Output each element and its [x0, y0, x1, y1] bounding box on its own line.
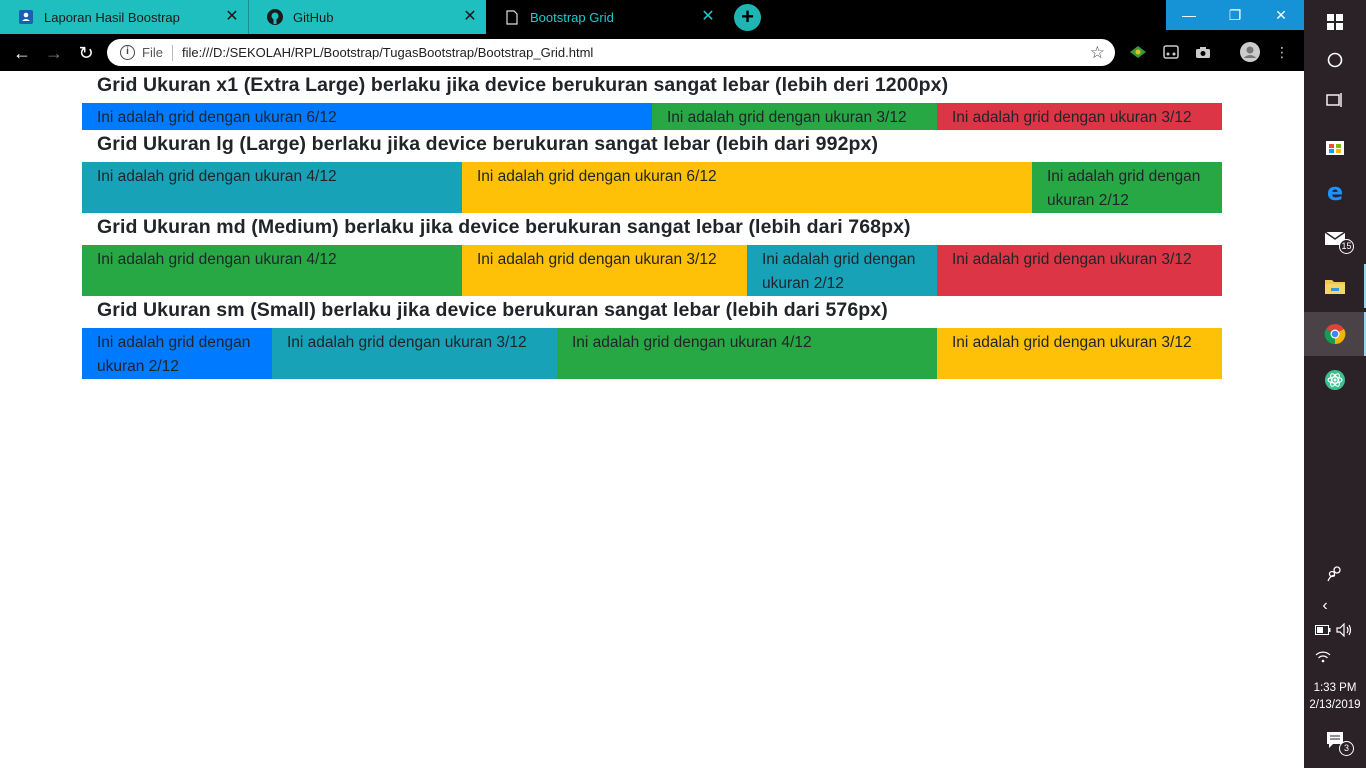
- github-icon: [267, 9, 283, 25]
- minimize-button[interactable]: —: [1166, 0, 1212, 30]
- grid-col-3-12: Ini adalah grid dengan ukuran 3/12: [937, 103, 1222, 130]
- grid-col-2-12: Ini adalah grid dengan ukuran 2/12: [82, 328, 272, 379]
- forward-arrow-icon[interactable]: →: [43, 42, 65, 64]
- notification-badge: 3: [1339, 741, 1354, 756]
- grid-col-3-12: Ini adalah grid dengan ukuran 3/12: [937, 245, 1222, 296]
- extension-icon[interactable]: [1128, 42, 1148, 62]
- cast-icon[interactable]: [1161, 42, 1181, 62]
- section-heading: Grid Ukuran md (Medium) berlaku jika dev…: [97, 216, 911, 238]
- new-tab-button[interactable]: +: [734, 4, 761, 31]
- clock-time: 1:33 PM: [1313, 682, 1357, 694]
- close-icon[interactable]: ✕: [462, 9, 478, 25]
- grid-row: Ini adalah grid dengan ukuran 4/12 Ini ad…: [82, 245, 1222, 296]
- mail-icon[interactable]: 15: [1304, 216, 1366, 260]
- grid-col-3-12: Ini adalah grid dengan ukuran 3/12: [272, 328, 557, 379]
- grid-row: Ini adalah grid dengan ukuran 4/12 Ini ad…: [82, 162, 1222, 213]
- tab-label: Laporan Hasil Boostrap: [44, 9, 180, 25]
- clock-date: 2/13/2019: [1309, 699, 1361, 711]
- grid-col-6-12: Ini adalah grid dengan ukuran 6/12: [462, 162, 1032, 213]
- system-clock[interactable]: 1:33 PM 2/13/2019: [1304, 680, 1366, 714]
- grid-col-4-12: Ini adalah grid dengan ukuran 4/12: [82, 162, 462, 213]
- divider: [171, 44, 173, 61]
- page-content: Grid Ukuran x1 (Extra Large) berlaku jik…: [82, 71, 1222, 379]
- url-text[interactable]: file:///D:/SEKOLAH/RPL/Bootstrap/TugasBo…: [182, 45, 1090, 60]
- file-explorer-icon[interactable]: [1304, 264, 1366, 308]
- back-arrow-icon[interactable]: ←: [11, 42, 33, 64]
- tab-laporan[interactable]: Laporan Hasil Boostrap ✕: [0, 0, 248, 34]
- bookmark-star-icon[interactable]: ☆: [1090, 43, 1105, 63]
- reload-icon[interactable]: ↻: [75, 42, 97, 64]
- grid-col-3-12: Ini adalah grid dengan ukuran 3/12: [652, 103, 937, 130]
- mail-badge: 15: [1339, 239, 1354, 254]
- info-icon[interactable]: i: [120, 45, 135, 60]
- tab-bootstrap-grid[interactable]: Bootstrap Grid ✕: [486, 0, 724, 34]
- atom-icon[interactable]: [1304, 358, 1366, 402]
- tab-github[interactable]: GitHub ✕: [248, 0, 486, 34]
- grid-row: Ini adalah grid dengan ukuran 2/12 Ini ad…: [82, 328, 1222, 379]
- section-heading: Grid Ukuran sm (Small) berlaku jika devi…: [97, 299, 888, 321]
- tab-strip: Laporan Hasil Boostrap ✕ GitHub ✕ Bootst…: [0, 0, 1304, 34]
- address-bar[interactable]: i File file:///D:/SEKOLAH/RPL/Bootstrap/…: [107, 39, 1115, 66]
- grid-col-2-12: Ini adalah grid dengan ukuran 2/12: [1032, 162, 1222, 213]
- close-icon[interactable]: ✕: [224, 9, 240, 25]
- grid-col-4-12: Ini adalah grid dengan ukuran 4/12: [557, 328, 937, 379]
- document-icon: [504, 9, 520, 25]
- restore-button[interactable]: ❐: [1212, 0, 1258, 30]
- section-heading: Grid Ukuran lg (Large) berlaku jika devi…: [97, 133, 879, 155]
- camera-icon[interactable]: [1193, 42, 1213, 62]
- tab-label: GitHub: [293, 9, 334, 25]
- section-heading: Grid Ukuran x1 (Extra Large) berlaku jik…: [97, 74, 949, 96]
- grid-col-6-12: Ini adalah grid dengan ukuran 6/12: [82, 103, 652, 130]
- cortana-icon[interactable]: [1304, 38, 1366, 82]
- grid-row: Ini adalah grid dengan ukuran 6/12 Ini ad…: [82, 103, 1222, 130]
- store-icon[interactable]: [1304, 124, 1366, 168]
- profile-avatar-icon[interactable]: [1239, 42, 1261, 62]
- tab-label: Bootstrap Grid: [530, 9, 614, 25]
- close-icon[interactable]: ✕: [700, 9, 716, 25]
- wifi-icon[interactable]: [1292, 634, 1354, 678]
- chrome-taskbar-icon[interactable]: [1304, 312, 1366, 356]
- grid-col-3-12: Ini adalah grid dengan ukuran 3/12: [462, 245, 747, 296]
- scheme-label: File: [142, 45, 163, 60]
- classroom-icon: [18, 9, 34, 25]
- task-view-icon[interactable]: [1304, 78, 1366, 122]
- close-window-button[interactable]: ✕: [1258, 0, 1304, 30]
- menu-kebab-icon[interactable]: ⋮: [1272, 42, 1292, 62]
- notification-center-icon[interactable]: 3: [1304, 718, 1366, 762]
- windows-taskbar: e 15 ‹ 3: [1304, 0, 1366, 768]
- grid-col-3-12: Ini adalah grid dengan ukuran 3/12: [937, 328, 1222, 379]
- grid-col-2-12: Ini adalah grid dengan ukuran 2/12: [747, 245, 937, 296]
- edge-icon[interactable]: e: [1304, 170, 1366, 214]
- grid-col-4-12: Ini adalah grid dengan ukuran 4/12: [82, 245, 462, 296]
